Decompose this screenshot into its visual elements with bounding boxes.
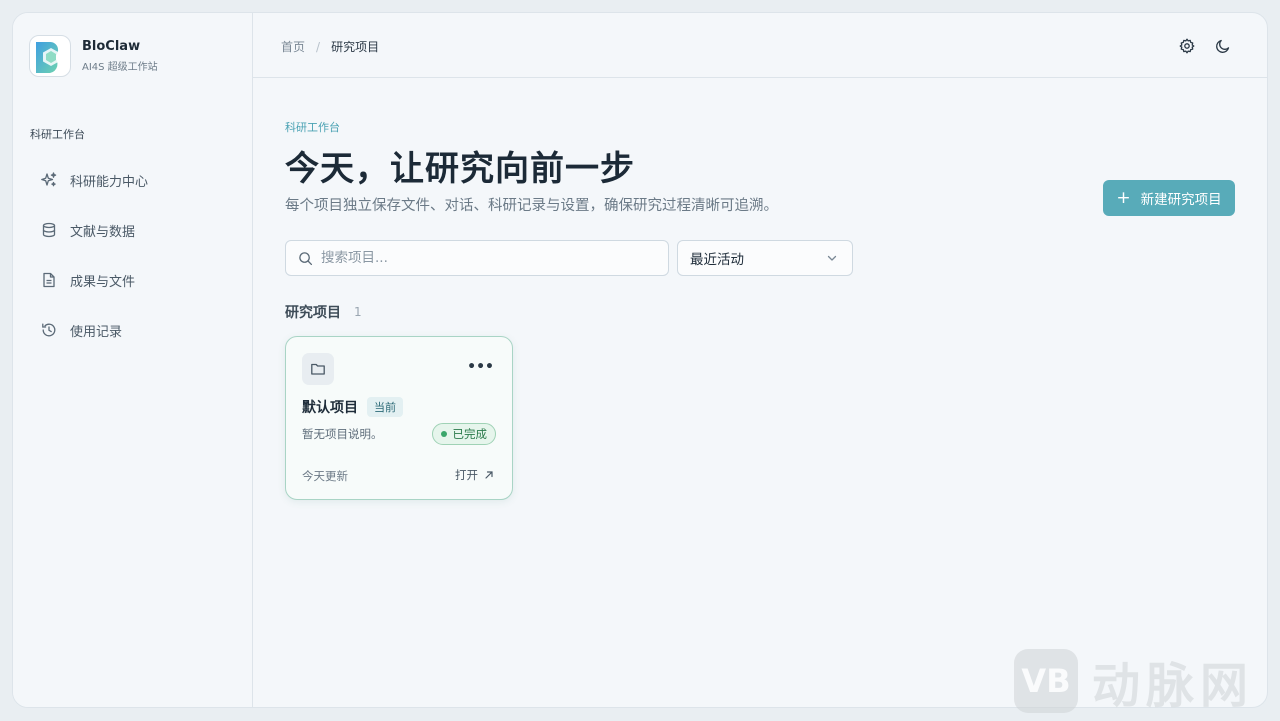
open-project-link[interactable]: 打开 xyxy=(455,467,494,483)
new-project-button[interactable]: + 新建研究项目 xyxy=(1103,180,1235,216)
chevron-down-icon xyxy=(826,252,838,264)
sidebar-item-results-files[interactable]: 成果与文件 xyxy=(29,255,237,305)
document-icon xyxy=(41,272,57,288)
settings-icon[interactable] xyxy=(1177,36,1197,56)
status-badge: 已完成 xyxy=(431,423,496,445)
project-description: 暂无项目说明。 xyxy=(302,427,383,441)
app-logo-icon xyxy=(29,35,71,77)
sidebar-nav: 科研能力中心 文献与数据 成果与文件 使用记录 xyxy=(29,155,237,355)
hero-eyebrow: 科研工作台 xyxy=(285,121,340,134)
projects-count: 1 xyxy=(354,305,362,319)
main-content: 首页 / 研究项目 科研工作台 今天，让研究向前一步 每个项目独立保存文件、对话… xyxy=(253,13,1267,707)
new-project-button-label: 新建研究项目 xyxy=(1140,192,1222,208)
open-project-label: 打开 xyxy=(455,468,478,482)
sort-select-value: 最近活动 xyxy=(690,252,744,268)
more-options-icon[interactable]: ••• xyxy=(467,359,494,375)
brand-subtitle: AI4S 超级工作站 xyxy=(82,62,158,73)
search-icon xyxy=(298,251,313,266)
sidebar-item-label: 文献与数据 xyxy=(70,224,136,240)
sort-select[interactable]: 最近活动 xyxy=(677,240,853,276)
watermark-text: 动脉网 xyxy=(1092,658,1255,714)
sidebar-item-label: 成果与文件 xyxy=(70,274,136,290)
sparkles-icon xyxy=(41,172,57,188)
brand-name: BloClaw xyxy=(82,39,141,54)
status-dot-icon xyxy=(440,431,447,437)
sidebar-item-capability-center[interactable]: 科研能力中心 xyxy=(29,155,237,205)
watermark: VB 动脉网 xyxy=(1014,646,1254,716)
history-icon xyxy=(41,322,57,338)
project-name: 默认项目 xyxy=(302,400,358,416)
projects-section-title: 研究项目 xyxy=(285,305,341,321)
status-badge-label: 已完成 xyxy=(452,427,488,441)
folder-icon xyxy=(302,353,334,385)
project-card-title: 默认项目 当前 xyxy=(302,397,403,417)
database-icon xyxy=(41,222,57,238)
sidebar-section-label: 科研工作台 xyxy=(30,128,85,141)
sidebar-item-usage-history[interactable]: 使用记录 xyxy=(29,305,237,355)
page-subtitle: 每个项目独立保存文件、对话、科研记录与设置，确保研究过程清晰可追溯。 xyxy=(285,198,778,214)
watermark-logo: VB xyxy=(1014,649,1078,713)
current-badge: 当前 xyxy=(367,397,403,417)
project-card[interactable]: ••• 默认项目 当前 暂无项目说明。 已完成 今天更新 打开 xyxy=(285,336,513,500)
brand[interactable]: BloClaw AI4S 超级工作站 xyxy=(29,35,158,77)
search-box[interactable] xyxy=(285,240,669,276)
sidebar-item-label: 使用记录 xyxy=(70,324,123,340)
sidebar-item-literature-data[interactable]: 文献与数据 xyxy=(29,205,237,255)
plus-icon: + xyxy=(1116,187,1131,208)
search-input[interactable] xyxy=(321,250,641,266)
sidebar-item-label: 科研能力中心 xyxy=(70,174,149,190)
arrow-up-right-icon xyxy=(484,470,494,480)
topbar: 首页 / 研究项目 xyxy=(253,13,1267,78)
moon-icon[interactable] xyxy=(1213,36,1233,56)
sidebar: BloClaw AI4S 超级工作站 科研工作台 科研能力中心 文献与数据 成果… xyxy=(13,13,253,707)
breadcrumb-current: 研究项目 xyxy=(331,40,380,54)
topbar-actions xyxy=(1161,36,1233,56)
projects-section-header: 研究项目 1 xyxy=(285,302,362,322)
project-updated: 今天更新 xyxy=(302,469,348,483)
breadcrumb-separator: / xyxy=(316,39,321,54)
breadcrumb: 首页 / 研究项目 xyxy=(281,38,379,55)
app-window: BloClaw AI4S 超级工作站 科研工作台 科研能力中心 文献与数据 成果… xyxy=(12,12,1268,708)
page-title: 今天，让研究向前一步 xyxy=(285,149,635,189)
breadcrumb-home-link[interactable]: 首页 xyxy=(281,38,305,55)
